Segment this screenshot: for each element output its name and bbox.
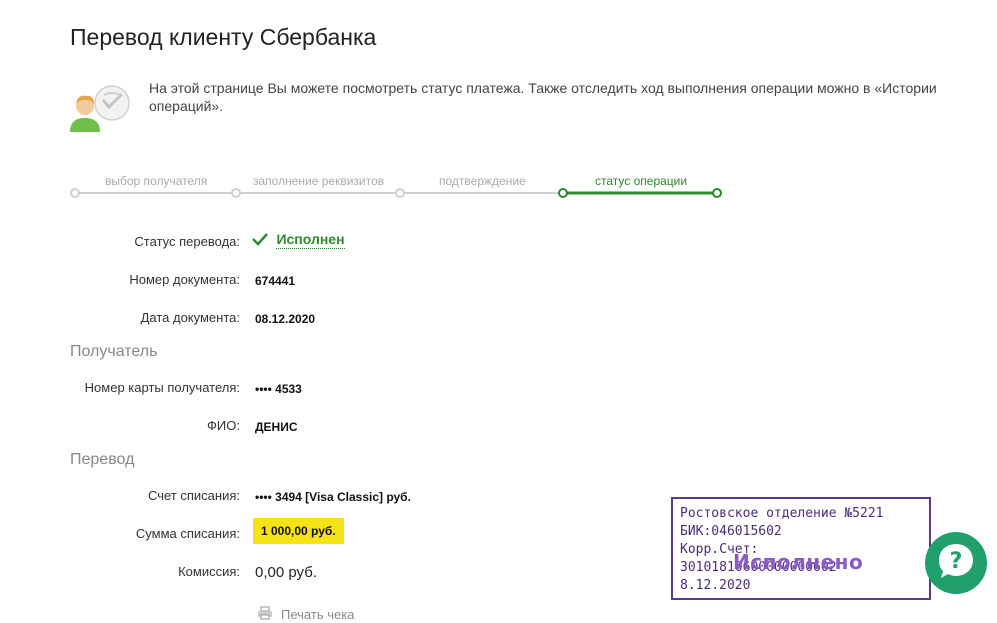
amount-value: 1 000,00 руб. [253,518,344,544]
status-label: Статус перевода: [134,234,240,249]
recipient-card-label: Номер карты получателя: [84,380,240,395]
stamp-status: Исполнено [733,550,864,574]
step-confirmation: подтверждение [439,174,526,188]
sberbank-user-icon [68,82,134,134]
doc-number-label: Номер документа: [129,272,240,287]
svg-text:?: ? [950,549,963,574]
step-dot [231,188,241,198]
recipient-name-value: ДЕНИС [255,420,298,434]
amount-label: Сумма списания: [135,526,240,541]
recipient-card-value: •••• 4533 [255,382,302,396]
account-value: •••• 3494 [Visa Classic] руб. [255,490,411,504]
intro-text: На этой странице Вы можете посмотреть ст… [149,80,937,114]
step-operation-status: статус операции [595,174,688,188]
bank-stamp: Ростовское отделение №5221 БИК:046015602… [671,497,931,600]
account-label: Счет списания: [147,488,240,503]
checkmark-icon [252,232,268,251]
page-title: Перевод клиенту Сбербанка [70,24,377,50]
commission-label: Комиссия: [178,564,240,579]
stamp-bik: БИК:046015602 [680,524,782,539]
step-fill-details: заполнение реквизитов [253,174,385,188]
step-dot-active [558,188,568,198]
recipient-section-title: Получатель [70,343,158,360]
transfer-section-title: Перевод [70,451,135,468]
status-value[interactable]: Исполнен [276,231,345,249]
question-chat-icon: ? [936,541,976,586]
doc-date-value: 08.12.2020 [255,312,316,326]
step-select-recipient: выбор получателя [105,174,208,188]
step-dot-end [712,188,722,198]
step-dot [70,188,80,198]
doc-number-value: 674441 [255,274,296,288]
print-receipt-link[interactable]: Печать чека [257,606,354,623]
help-chat-button[interactable]: ? [925,532,987,594]
commission-value: 0,00 руб. [255,564,317,581]
stamp-branch: Ростовское отделение №5221 [680,506,884,521]
step-dot [395,188,405,198]
stamp-date: 8.12.2020 [680,578,751,593]
recipient-name-label: ФИО: [207,418,240,433]
doc-date-label: Дата документа: [140,310,240,325]
printer-icon [257,606,273,623]
status-row: Исполнен [252,231,345,251]
